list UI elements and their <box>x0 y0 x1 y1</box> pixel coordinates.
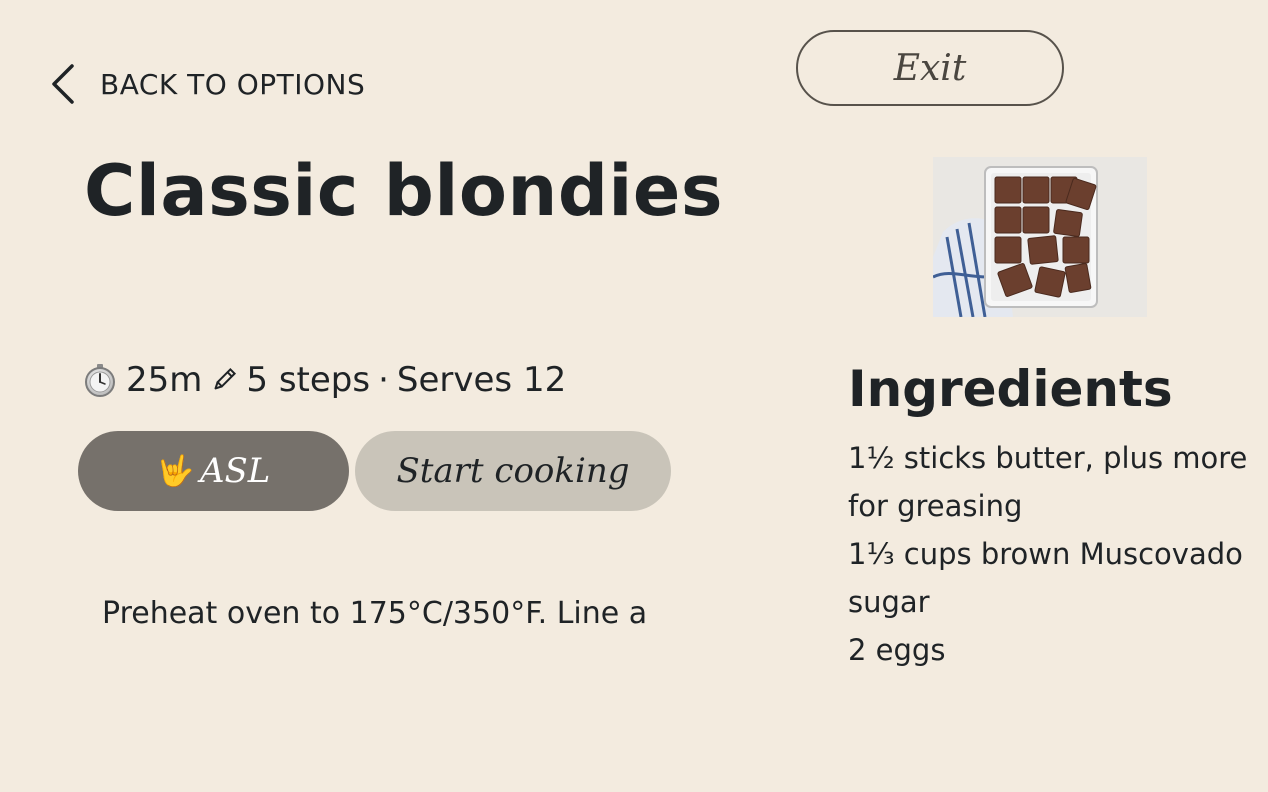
recipe-photo <box>933 157 1147 317</box>
exit-button[interactable]: Exit <box>796 30 1064 106</box>
sign-language-hand-icon: 🤟 <box>156 453 194 489</box>
ingredients-title: Ingredients <box>848 360 1173 418</box>
step-preview-text: Preheat oven to 175°C/350°F. Line a <box>102 596 648 631</box>
stopwatch-icon <box>82 362 118 398</box>
recipe-title: Classic blondies <box>84 150 724 232</box>
chevron-left-icon <box>52 64 74 104</box>
recipe-meta: 25m 5 steps · Serves 12 <box>82 360 566 400</box>
ingredients-list: 1½ sticks butter, plus more for greasing… <box>848 434 1248 674</box>
meta-separator: · <box>378 360 389 400</box>
start-cooking-button[interactable]: Start cooking <box>355 431 671 511</box>
ingredient-item: 2 eggs <box>848 633 946 667</box>
pencil-icon <box>210 366 238 394</box>
step-count: 5 steps <box>246 360 371 400</box>
back-to-options-link[interactable]: BACK TO OPTIONS <box>50 62 365 106</box>
back-label: BACK TO OPTIONS <box>100 67 366 101</box>
servings: Serves 12 <box>396 360 567 400</box>
asl-button[interactable]: 🤟 ASL <box>78 431 349 511</box>
ingredient-item: 1½ sticks butter, plus more for greasing <box>848 441 1248 523</box>
asl-label: ASL <box>199 451 271 491</box>
ingredient-item: 1⅓ cups brown Muscovado sugar <box>848 537 1243 619</box>
cook-time: 25m <box>126 360 203 400</box>
